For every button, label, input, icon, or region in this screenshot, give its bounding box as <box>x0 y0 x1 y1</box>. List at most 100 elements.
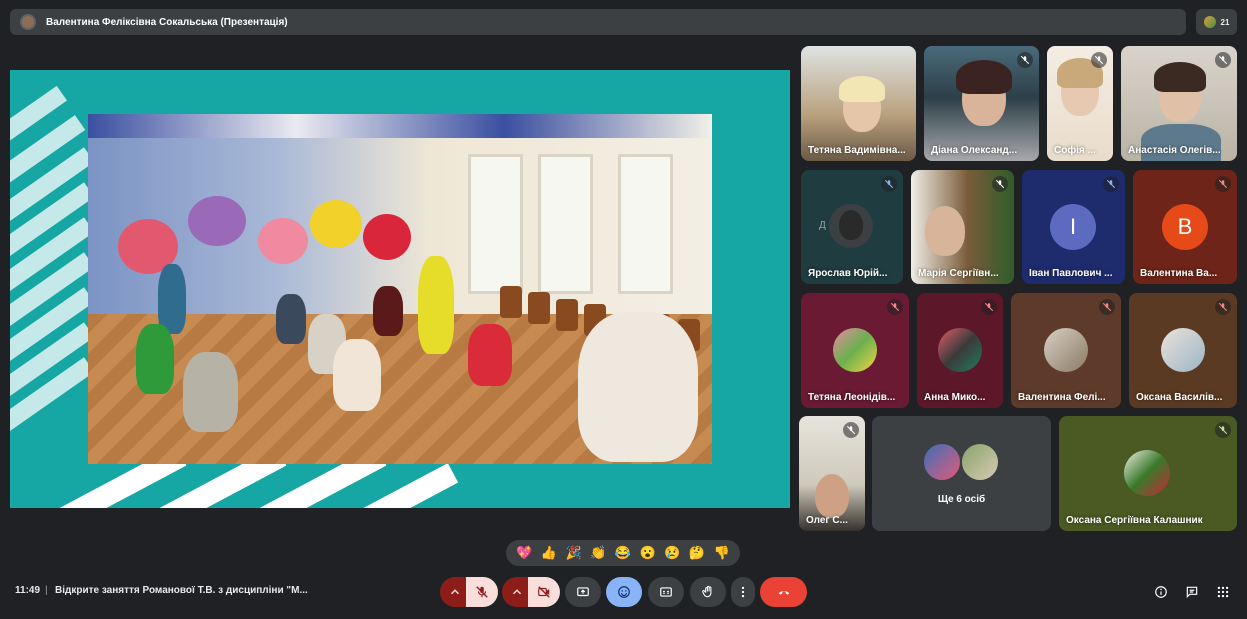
participant-tile[interactable]: В Валентина Ва... <box>1133 170 1237 284</box>
mic-off-icon <box>1215 52 1231 68</box>
info-icon <box>1155 586 1167 598</box>
reactions-button[interactable] <box>606 577 642 607</box>
participant-tile[interactable]: Тетяна Вадимівна... <box>801 46 916 161</box>
meet-window: Валентина Феліксівна Сокальська (Презент… <box>0 0 1247 619</box>
participant-video <box>925 206 965 256</box>
participant-name: Валентина Фелі... <box>1018 392 1106 403</box>
participant-name: Тетяна Вадимівна... <box>808 145 906 156</box>
camera-toggle-button[interactable] <box>528 577 560 607</box>
reaction-party[interactable]: 🎉 <box>566 545 582 561</box>
participant-avatar <box>1044 328 1088 372</box>
camera-off-icon <box>538 586 550 598</box>
chevron-up-icon <box>512 589 522 595</box>
participant-avatar <box>829 204 873 248</box>
separator: | <box>45 585 48 596</box>
more-icon <box>741 586 745 598</box>
participant-avatar <box>1124 450 1170 496</box>
more-options-button[interactable] <box>731 577 755 607</box>
meeting-details-button[interactable] <box>1153 584 1169 600</box>
participant-tile[interactable]: І Іван Павлович ... <box>1022 170 1125 284</box>
participant-tile[interactable]: Д Ярослав Юрій... <box>801 170 903 284</box>
mic-off-icon <box>1091 52 1107 68</box>
more-participants-tile[interactable]: Ще 6 осіб <box>872 416 1051 531</box>
reaction-laugh[interactable]: 😂 <box>615 545 631 561</box>
mic-toggle-button[interactable] <box>466 577 498 607</box>
presenter-bar[interactable]: Валентина Феліксівна Сокальська (Презент… <box>10 9 1186 35</box>
participant-name: Оксана Василів... <box>1136 392 1223 403</box>
chat-button[interactable] <box>1184 584 1200 600</box>
captions-icon <box>660 587 672 597</box>
participant-name: Марія Сергіївн... <box>918 268 999 279</box>
participant-tile[interactable]: Оксана Сергіївна Калашник <box>1059 416 1237 531</box>
mic-off-icon <box>981 299 997 315</box>
mic-off-icon <box>1215 299 1231 315</box>
participant-name: Анастасія Олегів... <box>1128 145 1221 156</box>
participant-hair <box>956 60 1012 94</box>
emoji-icon <box>618 586 630 598</box>
end-call-button[interactable] <box>760 577 807 607</box>
reaction-thumbs-down[interactable]: 👎 <box>713 545 729 561</box>
participant-avatar: І <box>1050 204 1096 250</box>
captions-button[interactable] <box>648 577 684 607</box>
participant-initial: Д <box>819 220 826 231</box>
present-button[interactable] <box>565 577 601 607</box>
activities-button[interactable] <box>1215 584 1231 600</box>
meeting-title: Відкрите заняття Романової Т.В. з дисцип… <box>55 585 308 596</box>
mic-off-icon <box>992 176 1008 192</box>
participant-tile[interactable]: Діана Олександ... <box>924 46 1039 161</box>
participant-name: Олег С... <box>806 515 848 526</box>
end-call-icon <box>778 590 789 595</box>
participant-tile[interactable]: Анна Мико... <box>917 293 1003 408</box>
mic-off-icon <box>1215 422 1231 438</box>
chat-icon <box>1186 586 1198 599</box>
reaction-surprised[interactable]: 😮 <box>640 545 656 561</box>
mic-off-icon <box>843 422 859 438</box>
mic-off-icon <box>881 176 897 192</box>
participant-tile[interactable]: Марія Сергіївн... <box>911 170 1014 284</box>
participant-tile[interactable]: Анастасія Олегів... <box>1121 46 1237 161</box>
participant-tile[interactable]: Оксана Василів... <box>1129 293 1237 408</box>
mic-off-icon <box>1017 52 1033 68</box>
participant-avatar <box>833 328 877 372</box>
reaction-thinking[interactable]: 🤔 <box>689 545 705 561</box>
presentation-slide <box>10 70 790 508</box>
mic-off-icon <box>1103 176 1119 192</box>
participant-name: Ярослав Юрій... <box>808 268 888 279</box>
mic-off-icon <box>887 299 903 315</box>
participant-initial: В <box>1177 214 1193 239</box>
participant-hair <box>839 76 885 102</box>
participant-video <box>815 474 849 518</box>
more-participants-label: Ще 6 осіб <box>937 494 986 505</box>
participant-avatar <box>960 442 1000 482</box>
participants-button[interactable]: 21 <box>1196 9 1237 35</box>
participant-tile[interactable]: Олег С... <box>799 416 865 531</box>
presenter-title: Валентина Феліксівна Сокальська (Презент… <box>46 16 288 28</box>
participants-icon <box>1203 16 1216 28</box>
reaction-clap[interactable]: 👏 <box>590 545 606 561</box>
classroom-photo <box>88 114 712 464</box>
reaction-sad[interactable]: 😢 <box>664 545 680 561</box>
participant-name: Діана Олександ... <box>931 145 1018 156</box>
participant-avatar <box>922 442 962 482</box>
raise-hand-button[interactable] <box>690 577 726 607</box>
participant-tile[interactable]: Софія ... <box>1047 46 1113 161</box>
clock: 11:49 <box>15 585 41 596</box>
participant-name: Анна Мико... <box>924 392 986 403</box>
mic-off-icon <box>1099 299 1115 315</box>
raise-hand-icon <box>702 585 712 598</box>
participant-name: Софія ... <box>1054 145 1096 156</box>
mic-off-icon <box>476 586 488 598</box>
participant-name: Іван Павлович ... <box>1029 268 1113 279</box>
chevron-up-icon <box>450 589 460 595</box>
reaction-thumbs-up[interactable]: 👍 <box>541 545 557 561</box>
participant-tile[interactable]: Валентина Фелі... <box>1011 293 1121 408</box>
participant-avatar <box>938 328 982 372</box>
participant-name: Валентина Ва... <box>1140 268 1218 279</box>
presentation-stage <box>10 46 790 530</box>
mic-off-icon <box>1215 176 1231 192</box>
participant-name: Оксана Сергіївна Калашник <box>1066 515 1203 526</box>
participant-initial: І <box>1069 214 1077 239</box>
reaction-heart[interactable]: 💖 <box>516 545 532 561</box>
participant-avatar <box>1161 328 1205 372</box>
participant-tile[interactable]: Тетяна Леонідів... <box>801 293 909 408</box>
